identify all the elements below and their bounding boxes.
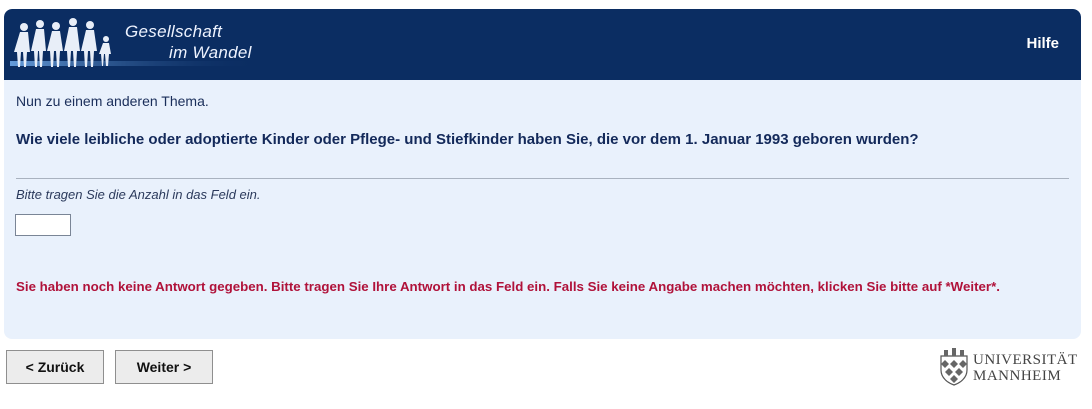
- header-bar: Gesellschaft im Wandel Hilfe: [4, 9, 1081, 80]
- question-text: Wie viele leibliche oder adoptierte Kind…: [16, 131, 919, 148]
- next-button[interactable]: Weiter >: [115, 350, 213, 384]
- logo-title-line2: im Wandel: [169, 43, 252, 62]
- university-name-line1: UNIVERSITÄT: [973, 352, 1078, 368]
- survey-panel: Gesellschaft im Wandel Hilfe Nun zu eine…: [4, 9, 1081, 339]
- instruction-text: Bitte tragen Sie die Anzahl in das Feld …: [16, 187, 261, 202]
- intro-text: Nun zu einem anderen Thema.: [16, 93, 209, 109]
- university-name-line2: MANNHEIM: [973, 368, 1062, 384]
- logo-title-line1: Gesellschaft: [125, 22, 223, 41]
- back-button[interactable]: < Zurück: [6, 350, 104, 384]
- divider: [16, 178, 1069, 179]
- children-count-input[interactable]: [15, 214, 71, 236]
- help-link[interactable]: Hilfe: [1026, 35, 1059, 52]
- error-message: Sie haben noch keine Antwort gegeben. Bi…: [16, 279, 1000, 294]
